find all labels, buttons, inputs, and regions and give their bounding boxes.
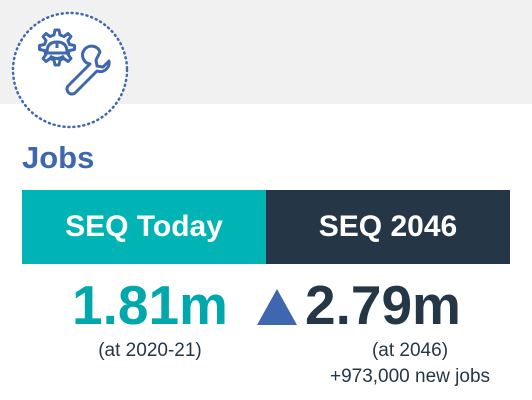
jobs-2046-value: 2.79m <box>305 274 461 336</box>
section-title: Jobs <box>22 140 95 175</box>
new-jobs-change: +973,000 new jobs <box>329 366 491 387</box>
up-arrow-icon <box>255 287 299 327</box>
jobs-today-value: 1.81m <box>72 274 228 336</box>
gear-helmet-wrench-icon <box>10 10 130 130</box>
header-seq-today: SEQ Today <box>22 190 266 264</box>
header-seq-2046: SEQ 2046 <box>266 190 510 264</box>
today-date-note: (at 2020-21) <box>98 340 202 361</box>
future-date-note: (at 2046) <box>371 340 449 361</box>
